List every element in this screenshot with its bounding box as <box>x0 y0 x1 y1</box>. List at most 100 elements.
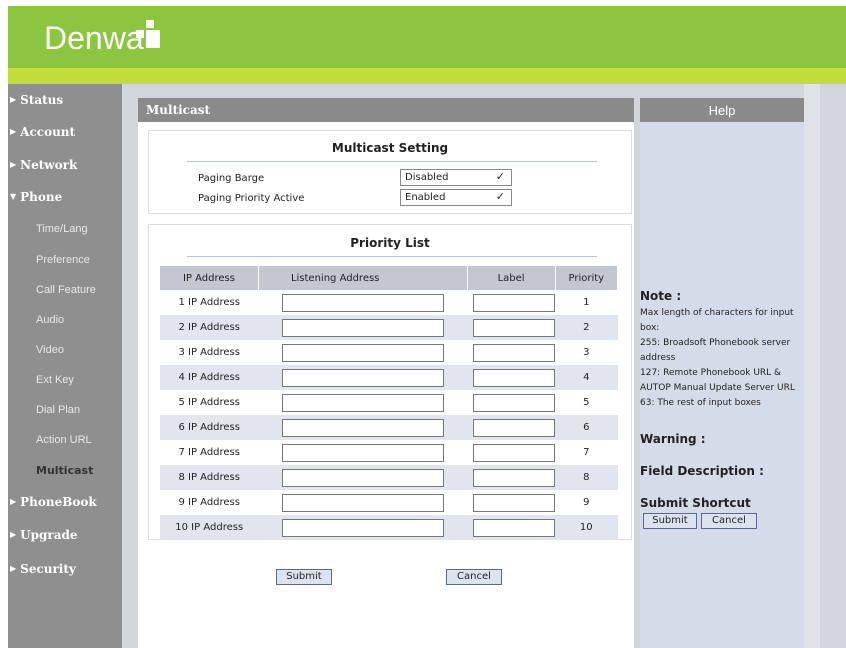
table-row: 6 IP Address 6 <box>160 415 618 440</box>
sidebar-subitem-call-feature[interactable]: Call Feature <box>36 284 96 296</box>
label-input[interactable] <box>473 518 556 537</box>
sidebar-item-status[interactable]: ▶ Status <box>10 93 63 107</box>
note-line: Max length of characters for input box: <box>640 308 794 333</box>
sidebar-subitem-dial-plan[interactable]: Dial Plan <box>36 404 80 416</box>
label-input[interactable] <box>473 493 556 512</box>
row-ip-label: 9 IP Address <box>178 497 240 508</box>
sidebar-item-account[interactable]: ▶ Account <box>10 125 75 139</box>
row-priority: 5 <box>583 397 590 408</box>
note-heading: Note : <box>640 289 682 303</box>
label-input[interactable] <box>473 318 556 337</box>
row-priority: 8 <box>555 465 618 490</box>
table-row: 8 IP Address 8 <box>160 465 618 490</box>
label-input[interactable] <box>473 468 556 487</box>
column-header-priority: Priority <box>555 266 619 290</box>
sidebar-item-phone[interactable]: ▼ Phone <box>10 190 62 204</box>
table-row: 4 IP Address 4 <box>160 365 618 390</box>
cancel-button[interactable]: Cancel <box>446 569 502 585</box>
listening-address-input[interactable] <box>282 468 445 487</box>
divider <box>187 161 597 162</box>
row-priority: 7 <box>583 447 590 458</box>
row-ip-label: 8 IP Address <box>160 465 259 490</box>
triangle-right-icon: ▶ <box>10 529 17 539</box>
paging-barge-label: Paging Barge <box>198 173 265 184</box>
sidebar-subitem-multicast[interactable]: Multicast <box>36 464 93 477</box>
column-header-ip-address: IP Address <box>160 266 259 290</box>
listening-address-input[interactable] <box>282 418 445 437</box>
shortcut-cancel-button[interactable]: Cancel <box>701 513 757 529</box>
table-row: 5 IP Address 5 <box>160 390 618 415</box>
triangle-right-icon: ▶ <box>10 94 17 104</box>
sidebar-subitem-action-url[interactable]: Action URL <box>36 434 92 446</box>
warning-heading: Warning : <box>640 432 706 446</box>
header-banner: Denwa <box>8 6 846 68</box>
sidebar-item-security[interactable]: ▶ Security <box>10 562 76 576</box>
page-title: Multicast <box>138 98 634 122</box>
listening-address-input[interactable] <box>282 343 445 362</box>
help-title: Help <box>640 98 804 122</box>
paging-barge-select[interactable]: Disabled ✓ <box>400 169 512 186</box>
table-row: 2 IP Address 2 <box>160 315 618 340</box>
accent-bar <box>8 68 846 84</box>
triangle-down-icon: ▼ <box>10 191 17 201</box>
note-line: 63: The rest of input boxes <box>640 398 761 408</box>
listening-address-input[interactable] <box>282 443 445 462</box>
table-row: 9 IP Address 9 <box>160 490 618 515</box>
row-ip-label: 6 IP Address <box>160 415 259 440</box>
table-row: 7 IP Address 7 <box>160 440 618 465</box>
multicast-setting-title: Multicast Setting <box>331 141 449 155</box>
label-input[interactable] <box>473 443 556 462</box>
row-ip-label: 7 IP Address <box>178 447 240 458</box>
priority-list-title: Priority List <box>350 236 430 250</box>
label-input[interactable] <box>473 343 556 362</box>
sidebar-subitem-ext-key[interactable]: Ext Key <box>36 374 74 386</box>
brand-logo: Denwa <box>44 20 144 56</box>
right-gutter <box>804 84 820 648</box>
note-line: 127: Remote Phonebook URL & AUTOP Manual… <box>640 368 795 393</box>
sidebar-subitem-time-lang[interactable]: Time/Lang <box>36 223 88 235</box>
label-input[interactable] <box>473 293 556 312</box>
label-input[interactable] <box>473 368 556 387</box>
column-header-label: Label <box>467 266 556 290</box>
listening-address-input[interactable] <box>282 493 445 512</box>
table-row: 3 IP Address 3 <box>160 340 618 365</box>
row-priority: 1 <box>583 297 590 308</box>
submit-shortcut-heading: Submit Shortcut <box>640 496 751 510</box>
divider <box>187 256 597 257</box>
note-text: Max length of characters for input box: … <box>640 306 802 411</box>
listening-address-input[interactable] <box>282 293 445 312</box>
row-priority: 6 <box>555 415 618 440</box>
sidebar-subitem-preference[interactable]: Preference <box>36 254 90 266</box>
triangle-right-icon: ▶ <box>10 563 17 573</box>
triangle-right-icon: ▶ <box>10 159 17 169</box>
shortcut-submit-button[interactable]: Submit <box>643 513 697 529</box>
chevron-down-icon: ✓ <box>495 190 505 203</box>
sidebar-subitem-audio[interactable]: Audio <box>36 314 64 326</box>
row-ip-label: 3 IP Address <box>178 347 240 358</box>
logo-mark-icon <box>136 20 164 50</box>
submit-button[interactable]: Submit <box>276 569 332 585</box>
listening-address-input[interactable] <box>282 318 445 337</box>
sidebar-item-upgrade[interactable]: ▶ Upgrade <box>10 528 78 542</box>
row-ip-label: 5 IP Address <box>178 397 240 408</box>
chevron-down-icon: ✓ <box>495 170 505 183</box>
label-input[interactable] <box>473 393 556 412</box>
note-line: 255: Broadsoft Phonebook server address <box>640 338 791 363</box>
row-priority: 2 <box>555 315 618 340</box>
listening-address-input[interactable] <box>282 393 445 412</box>
row-ip-label: 2 IP Address <box>160 315 259 340</box>
table-row: 1 IP Address 1 <box>160 290 618 315</box>
row-priority: 10 <box>555 515 618 540</box>
sidebar-item-phonebook[interactable]: ▶ PhoneBook <box>10 495 97 509</box>
listening-address-input[interactable] <box>282 518 445 537</box>
listening-address-input[interactable] <box>282 368 445 387</box>
priority-list-table: IP Address Listening Address Label Prior… <box>160 266 619 540</box>
paging-priority-active-select[interactable]: Enabled ✓ <box>400 189 512 206</box>
column-header-listening-address: Listening Address <box>258 266 468 290</box>
sidebar-item-network[interactable]: ▶ Network <box>10 158 77 172</box>
table-row: 10 IP Address 10 <box>160 515 618 540</box>
row-priority: 3 <box>583 347 590 358</box>
label-input[interactable] <box>473 418 556 437</box>
row-ip-label: 1 IP Address <box>178 297 240 308</box>
sidebar-subitem-video[interactable]: Video <box>36 344 64 356</box>
